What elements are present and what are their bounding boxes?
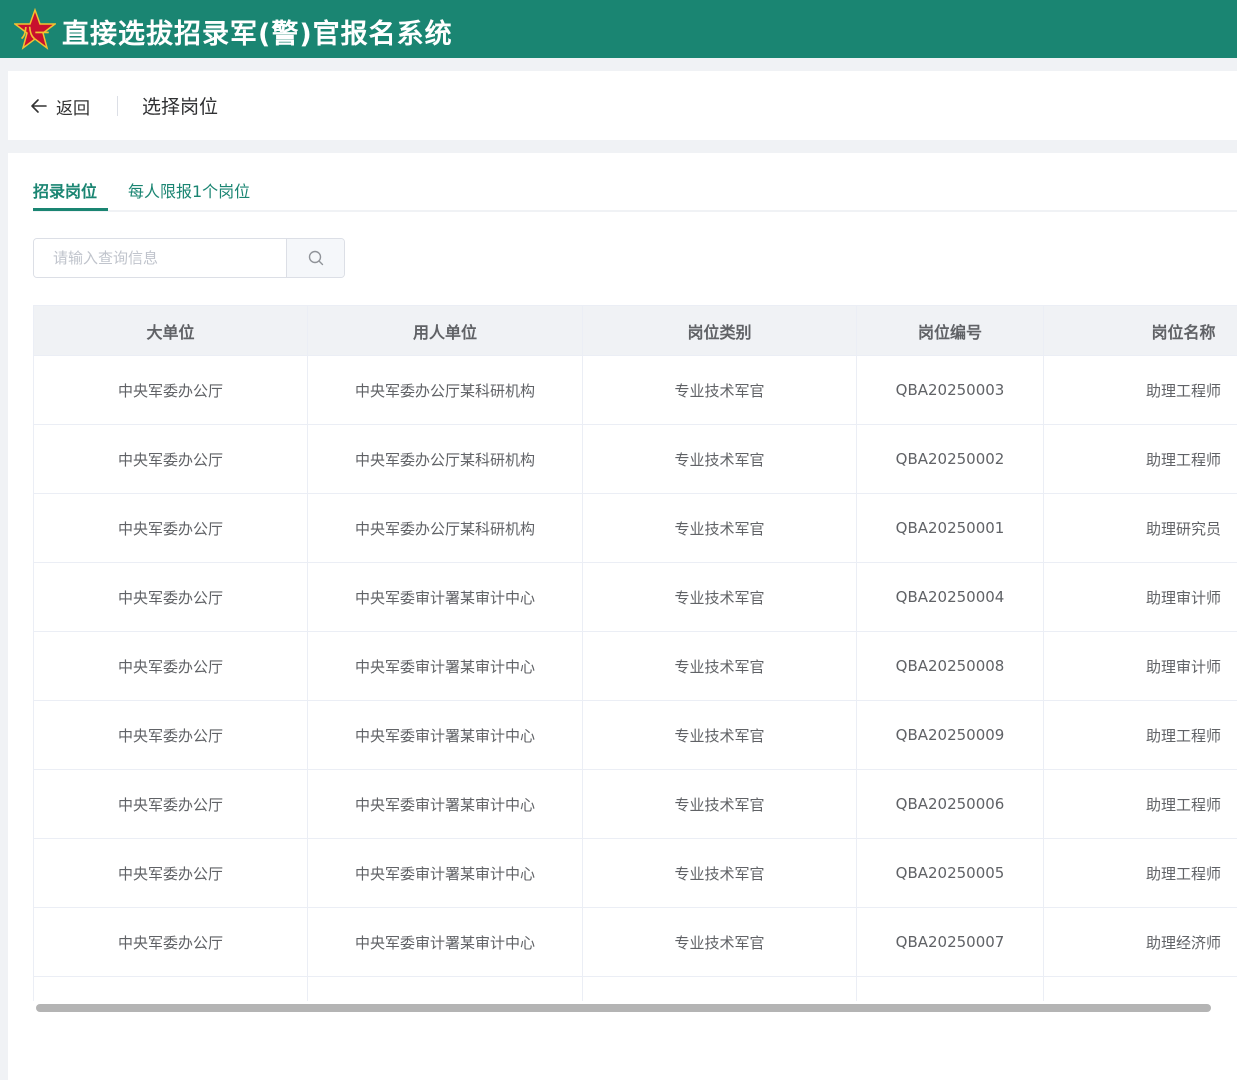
tab-bar: 招录岗位 每人限报1个岗位	[33, 153, 1237, 212]
table-cell: 中央军委办公厅	[33, 631, 308, 701]
table-cell: 专业技术军官	[582, 562, 857, 632]
scrollbar-thumb[interactable]	[36, 1004, 1211, 1012]
table-cell: 中央军委审计署某审计中心	[307, 769, 583, 839]
table-row[interactable]: 中央军委办公厅 中央军委办公厅某科研机构 专业技术军官 QBA20250001 助理研究…	[33, 493, 1237, 563]
column-header: 岗位编号	[856, 305, 1044, 356]
column-header: 用人单位	[307, 305, 583, 356]
table-cell: 中央军委办公厅	[33, 424, 308, 494]
table-cell: 助理工程师	[1043, 424, 1237, 494]
page-topbar: 返回 选择岗位	[8, 71, 1237, 140]
table-row[interactable]: 中央军委办公厅 中央军委审计署某审计中心 专业技术军官 QBA20250007 助理经济…	[33, 907, 1237, 977]
tab-active-indicator	[33, 208, 108, 211]
column-header: 岗位类别	[582, 305, 857, 356]
back-button[interactable]: 返回	[30, 93, 90, 119]
arrow-left-icon	[31, 99, 47, 113]
table-cell: 中央军委办公厅	[33, 493, 308, 563]
table-row[interactable]: 中央军委办公厅 中央军委审计署某审计中心 专业技术军官 QBA20250009 助理工程…	[33, 700, 1237, 770]
table-cell: 专业技术军官	[582, 355, 857, 425]
table-cell: QBA20250002	[856, 424, 1044, 494]
back-label: 返回	[56, 98, 90, 119]
table-cell: 助理研究员	[1043, 493, 1237, 563]
table-cell: 专业技术军官	[582, 631, 857, 701]
table-cell: QBA20250006	[856, 769, 1044, 839]
table-cell: QBA20250003	[856, 355, 1044, 425]
table-cell: 中央军委办公厅某科研机构	[307, 424, 583, 494]
table-row[interactable]: 中央军委办公厅 中央军委办公厅某科研机构 专业技术军官 QBA20250003 助理工程…	[33, 355, 1237, 425]
table-cell: 中央军委办公厅	[33, 838, 308, 908]
table-cell: 助理审计师	[1043, 631, 1237, 701]
search-input[interactable]	[34, 239, 286, 277]
table-cell: 助理工程师	[1043, 700, 1237, 770]
table-cell: 中央军委办公厅	[33, 769, 308, 839]
table-cell: 中央军委办公厅某科研机构	[307, 355, 583, 425]
table-cell: 中央军委审计署某审计中心	[307, 700, 583, 770]
table-cell: 中央军委办公厅	[33, 907, 308, 977]
table-row[interactable]: 中央军委办公厅 中央军委审计署某审计中心 专业技术军官 QBA20250004 助理审计…	[33, 562, 1237, 632]
emblem-icon: 八一	[14, 8, 56, 50]
table-cell: 助理工程师	[1043, 838, 1237, 908]
table-cell: 专业技术军官	[582, 907, 857, 977]
divider	[117, 96, 118, 116]
table-cell: 助理工程师	[1043, 355, 1237, 425]
table-row[interactable]: 中央军委办公厅 中央军委办公厅某科研机构 专业技术军官 QBA20250002 助理工程…	[33, 424, 1237, 494]
table-body: 中央军委办公厅 中央军委办公厅某科研机构 专业技术军官 QBA20250003 助理工程…	[33, 355, 1237, 1015]
table-cell: 助理审计师	[1043, 562, 1237, 632]
table-row[interactable]: 中央军委办公厅 中央军委审计署某审计中心 专业技术军官 QBA20250005 助理工程…	[33, 838, 1237, 908]
table-cell: QBA20250004	[856, 562, 1044, 632]
table-cell: 中央军委审计署某审计中心	[307, 562, 583, 632]
table-cell: 中央军委审计署某审计中心	[307, 631, 583, 701]
table-cell: QBA20250005	[856, 838, 1044, 908]
table-cell: 专业技术军官	[582, 769, 857, 839]
table-cell: 助理工程师	[1043, 769, 1237, 839]
table-cell: 助理经济师	[1043, 907, 1237, 977]
table-cell: 专业技术军官	[582, 838, 857, 908]
table-cell: QBA20250007	[856, 907, 1044, 977]
table-cell: 中央军委办公厅	[33, 355, 308, 425]
table-cell: QBA20250008	[856, 631, 1044, 701]
horizontal-scrollbar[interactable]	[33, 1001, 1237, 1015]
table-cell: 中央军委办公厅某科研机构	[307, 493, 583, 563]
table-cell: QBA20250001	[856, 493, 1044, 563]
table-row[interactable]: 中央军委办公厅 中央军委审计署某审计中心 专业技术军官 QBA20250006 助理工程…	[33, 769, 1237, 839]
table-cell: 专业技术军官	[582, 493, 857, 563]
positions-table-container: 大单位 用人单位 岗位类别 岗位编号 岗位名称 中央军委办公厅 中央军委办公厅某科…	[33, 305, 1237, 1015]
tab-recruit-positions[interactable]: 招录岗位	[33, 178, 97, 202]
search-box	[33, 238, 345, 278]
table-cell: 中央军委审计署某审计中心	[307, 838, 583, 908]
table-cell: 中央军委办公厅	[33, 562, 308, 632]
column-header: 大单位	[33, 305, 308, 356]
positions-table: 大单位 用人单位 岗位类别 岗位编号 岗位名称 中央军委办公厅 中央军委办公厅某科…	[33, 305, 1237, 1015]
table-cell: 专业技术军官	[582, 424, 857, 494]
table-cell: QBA20250009	[856, 700, 1044, 770]
table-header-row: 大单位 用人单位 岗位类别 岗位编号 岗位名称	[33, 305, 1237, 356]
table-cell: 专业技术军官	[582, 700, 857, 770]
table-row[interactable]: 中央军委办公厅 中央军委审计署某审计中心 专业技术军官 QBA20250008 助理审计…	[33, 631, 1237, 701]
column-header: 岗位名称	[1043, 305, 1237, 356]
app-header: 八一 直接选拔招录军(警)官报名系统	[0, 0, 1237, 58]
svg-text:八一: 八一	[20, 25, 49, 41]
search-icon	[308, 250, 323, 266]
table-cell: 中央军委办公厅	[33, 700, 308, 770]
main-panel: 招录岗位 每人限报1个岗位 大单位 用人单位 岗位类别 岗位编号 岗位名	[8, 153, 1237, 1080]
page-title: 选择岗位	[142, 96, 219, 118]
app-title: 直接选拔招录军(警)官报名系统	[62, 19, 453, 50]
tab-note: 每人限报1个岗位	[128, 182, 251, 201]
table-cell: 中央军委审计署某审计中心	[307, 907, 583, 977]
search-button[interactable]	[286, 239, 344, 277]
